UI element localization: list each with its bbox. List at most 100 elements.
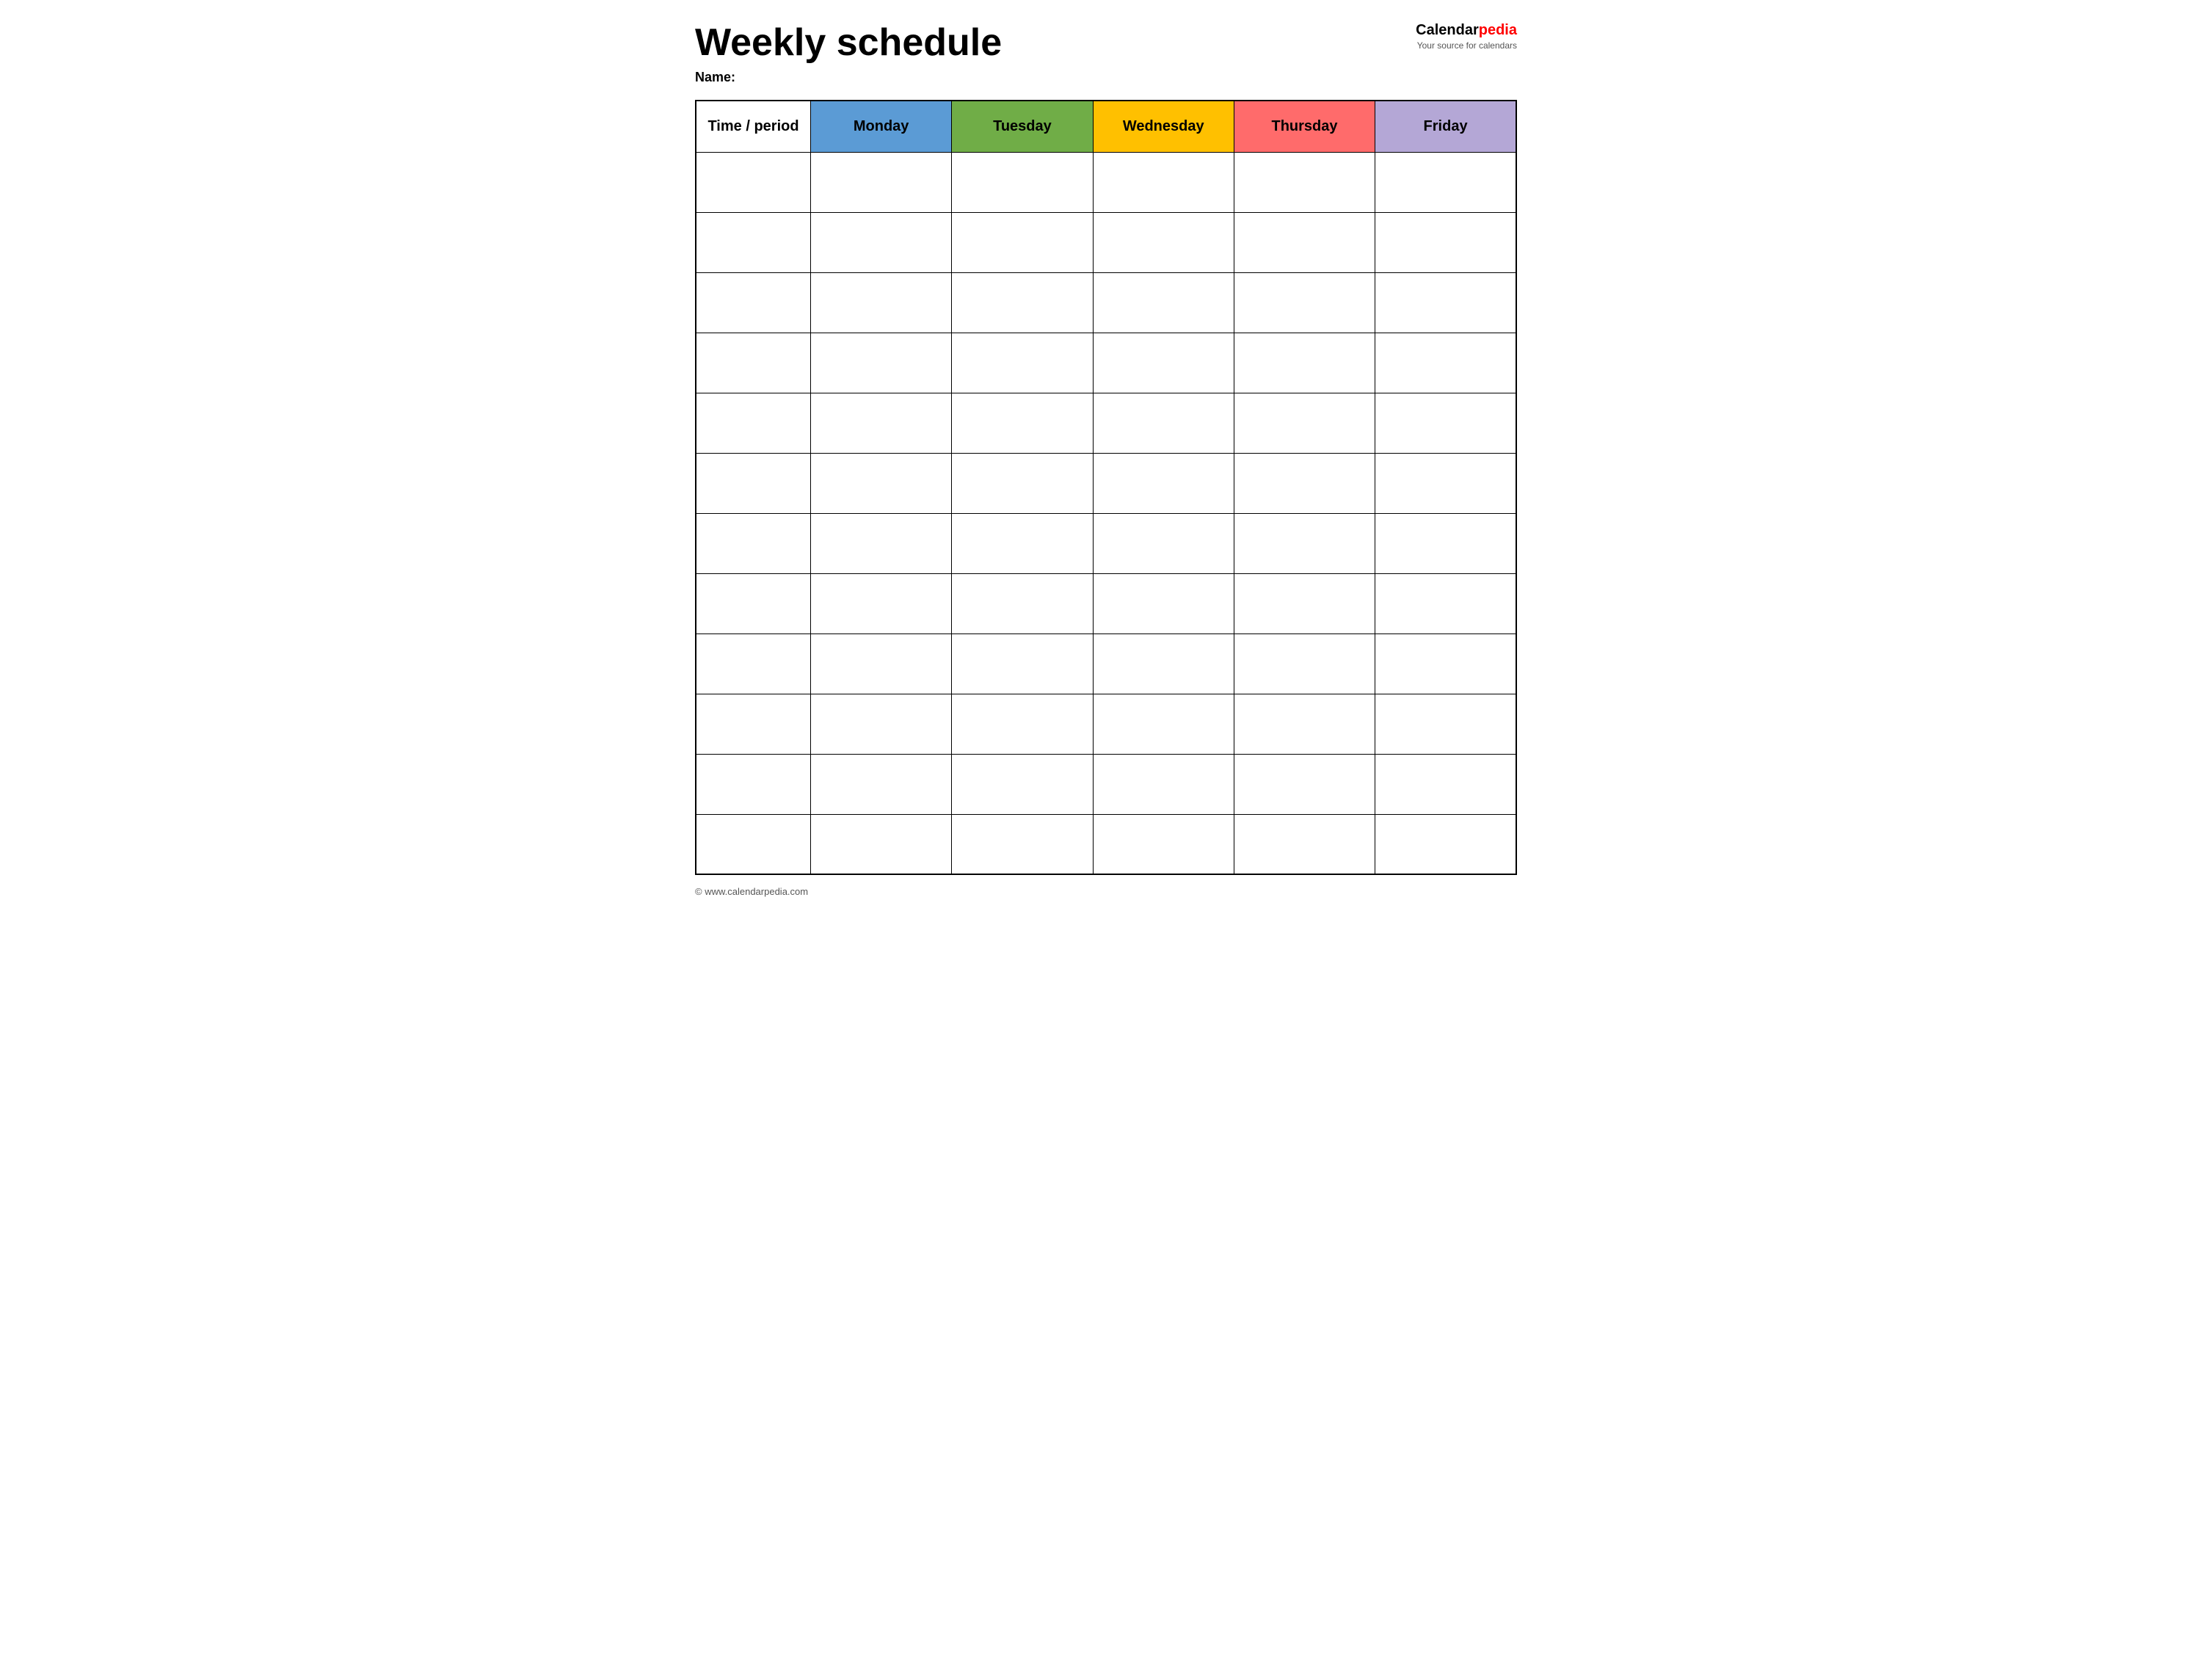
- cell-friday-row-11[interactable]: [1375, 814, 1516, 874]
- cell-wednesday-row-6[interactable]: [1093, 513, 1234, 573]
- cell-time-row-3[interactable]: [696, 333, 811, 393]
- cell-monday-row-2[interactable]: [811, 272, 952, 333]
- cell-monday-row-9[interactable]: [811, 694, 952, 754]
- cell-tuesday-row-6[interactable]: [952, 513, 1093, 573]
- cell-tuesday-row-10[interactable]: [952, 754, 1093, 814]
- schedule-table: Time / period Monday Tuesday Wednesday T…: [695, 100, 1517, 875]
- cell-thursday-row-1[interactable]: [1234, 212, 1375, 272]
- cell-thursday-row-9[interactable]: [1234, 694, 1375, 754]
- name-label: Name:: [695, 70, 1416, 85]
- table-row: [696, 272, 1516, 333]
- cell-time-row-2[interactable]: [696, 272, 811, 333]
- cell-friday-row-3[interactable]: [1375, 333, 1516, 393]
- table-row: [696, 814, 1516, 874]
- cell-wednesday-row-1[interactable]: [1093, 212, 1234, 272]
- cell-monday-row-11[interactable]: [811, 814, 952, 874]
- cell-monday-row-0[interactable]: [811, 152, 952, 212]
- cell-monday-row-1[interactable]: [811, 212, 952, 272]
- cell-tuesday-row-7[interactable]: [952, 573, 1093, 633]
- footer-text: © www.calendarpedia.com: [695, 886, 1517, 897]
- logo-pedia-text: pedia: [1479, 22, 1517, 38]
- cell-thursday-row-8[interactable]: [1234, 633, 1375, 694]
- cell-time-row-8[interactable]: [696, 633, 811, 694]
- cell-thursday-row-3[interactable]: [1234, 333, 1375, 393]
- cell-friday-row-8[interactable]: [1375, 633, 1516, 694]
- cell-monday-row-4[interactable]: [811, 393, 952, 453]
- cell-thursday-row-4[interactable]: [1234, 393, 1375, 453]
- cell-time-row-0[interactable]: [696, 152, 811, 212]
- cell-thursday-row-10[interactable]: [1234, 754, 1375, 814]
- cell-tuesday-row-0[interactable]: [952, 152, 1093, 212]
- cell-wednesday-row-9[interactable]: [1093, 694, 1234, 754]
- cell-friday-row-0[interactable]: [1375, 152, 1516, 212]
- col-header-tuesday: Tuesday: [952, 101, 1093, 152]
- cell-time-row-6[interactable]: [696, 513, 811, 573]
- page-title: Weekly schedule: [695, 22, 1416, 64]
- cell-thursday-row-5[interactable]: [1234, 453, 1375, 513]
- table-row: [696, 453, 1516, 513]
- cell-friday-row-9[interactable]: [1375, 694, 1516, 754]
- cell-thursday-row-6[interactable]: [1234, 513, 1375, 573]
- cell-thursday-row-0[interactable]: [1234, 152, 1375, 212]
- cell-tuesday-row-8[interactable]: [952, 633, 1093, 694]
- cell-monday-row-6[interactable]: [811, 513, 952, 573]
- cell-wednesday-row-11[interactable]: [1093, 814, 1234, 874]
- cell-tuesday-row-9[interactable]: [952, 694, 1093, 754]
- cell-thursday-row-11[interactable]: [1234, 814, 1375, 874]
- cell-tuesday-row-5[interactable]: [952, 453, 1093, 513]
- cell-wednesday-row-7[interactable]: [1093, 573, 1234, 633]
- cell-friday-row-7[interactable]: [1375, 573, 1516, 633]
- cell-tuesday-row-2[interactable]: [952, 272, 1093, 333]
- logo-section: Calendarpedia Your source for calendars: [1416, 22, 1517, 51]
- cell-wednesday-row-4[interactable]: [1093, 393, 1234, 453]
- col-header-friday: Friday: [1375, 101, 1516, 152]
- table-row: [696, 633, 1516, 694]
- cell-time-row-7[interactable]: [696, 573, 811, 633]
- header-row: Time / period Monday Tuesday Wednesday T…: [696, 101, 1516, 152]
- cell-monday-row-10[interactable]: [811, 754, 952, 814]
- logo-calendar-text: Calendar: [1416, 22, 1479, 38]
- cell-tuesday-row-3[interactable]: [952, 333, 1093, 393]
- schedule-body: [696, 152, 1516, 874]
- logo-text: Calendarpedia: [1416, 22, 1517, 39]
- cell-monday-row-7[interactable]: [811, 573, 952, 633]
- cell-time-row-4[interactable]: [696, 393, 811, 453]
- cell-wednesday-row-8[interactable]: [1093, 633, 1234, 694]
- table-row: [696, 212, 1516, 272]
- cell-time-row-5[interactable]: [696, 453, 811, 513]
- table-row: [696, 573, 1516, 633]
- cell-wednesday-row-10[interactable]: [1093, 754, 1234, 814]
- col-header-monday: Monday: [811, 101, 952, 152]
- cell-friday-row-4[interactable]: [1375, 393, 1516, 453]
- table-row: [696, 513, 1516, 573]
- table-row: [696, 754, 1516, 814]
- cell-friday-row-6[interactable]: [1375, 513, 1516, 573]
- cell-friday-row-1[interactable]: [1375, 212, 1516, 272]
- logo-tagline: Your source for calendars: [1416, 40, 1517, 51]
- col-header-thursday: Thursday: [1234, 101, 1375, 152]
- cell-wednesday-row-5[interactable]: [1093, 453, 1234, 513]
- cell-monday-row-3[interactable]: [811, 333, 952, 393]
- cell-tuesday-row-4[interactable]: [952, 393, 1093, 453]
- cell-time-row-9[interactable]: [696, 694, 811, 754]
- cell-friday-row-2[interactable]: [1375, 272, 1516, 333]
- cell-thursday-row-2[interactable]: [1234, 272, 1375, 333]
- cell-wednesday-row-3[interactable]: [1093, 333, 1234, 393]
- cell-monday-row-5[interactable]: [811, 453, 952, 513]
- cell-friday-row-5[interactable]: [1375, 453, 1516, 513]
- cell-wednesday-row-2[interactable]: [1093, 272, 1234, 333]
- table-row: [696, 333, 1516, 393]
- cell-wednesday-row-0[interactable]: [1093, 152, 1234, 212]
- cell-tuesday-row-1[interactable]: [952, 212, 1093, 272]
- header-area: Weekly schedule Name: Calendarpedia Your…: [695, 22, 1517, 85]
- table-row: [696, 393, 1516, 453]
- cell-time-row-1[interactable]: [696, 212, 811, 272]
- cell-time-row-10[interactable]: [696, 754, 811, 814]
- title-section: Weekly schedule Name:: [695, 22, 1416, 85]
- cell-time-row-11[interactable]: [696, 814, 811, 874]
- cell-friday-row-10[interactable]: [1375, 754, 1516, 814]
- cell-monday-row-8[interactable]: [811, 633, 952, 694]
- table-row: [696, 694, 1516, 754]
- cell-thursday-row-7[interactable]: [1234, 573, 1375, 633]
- cell-tuesday-row-11[interactable]: [952, 814, 1093, 874]
